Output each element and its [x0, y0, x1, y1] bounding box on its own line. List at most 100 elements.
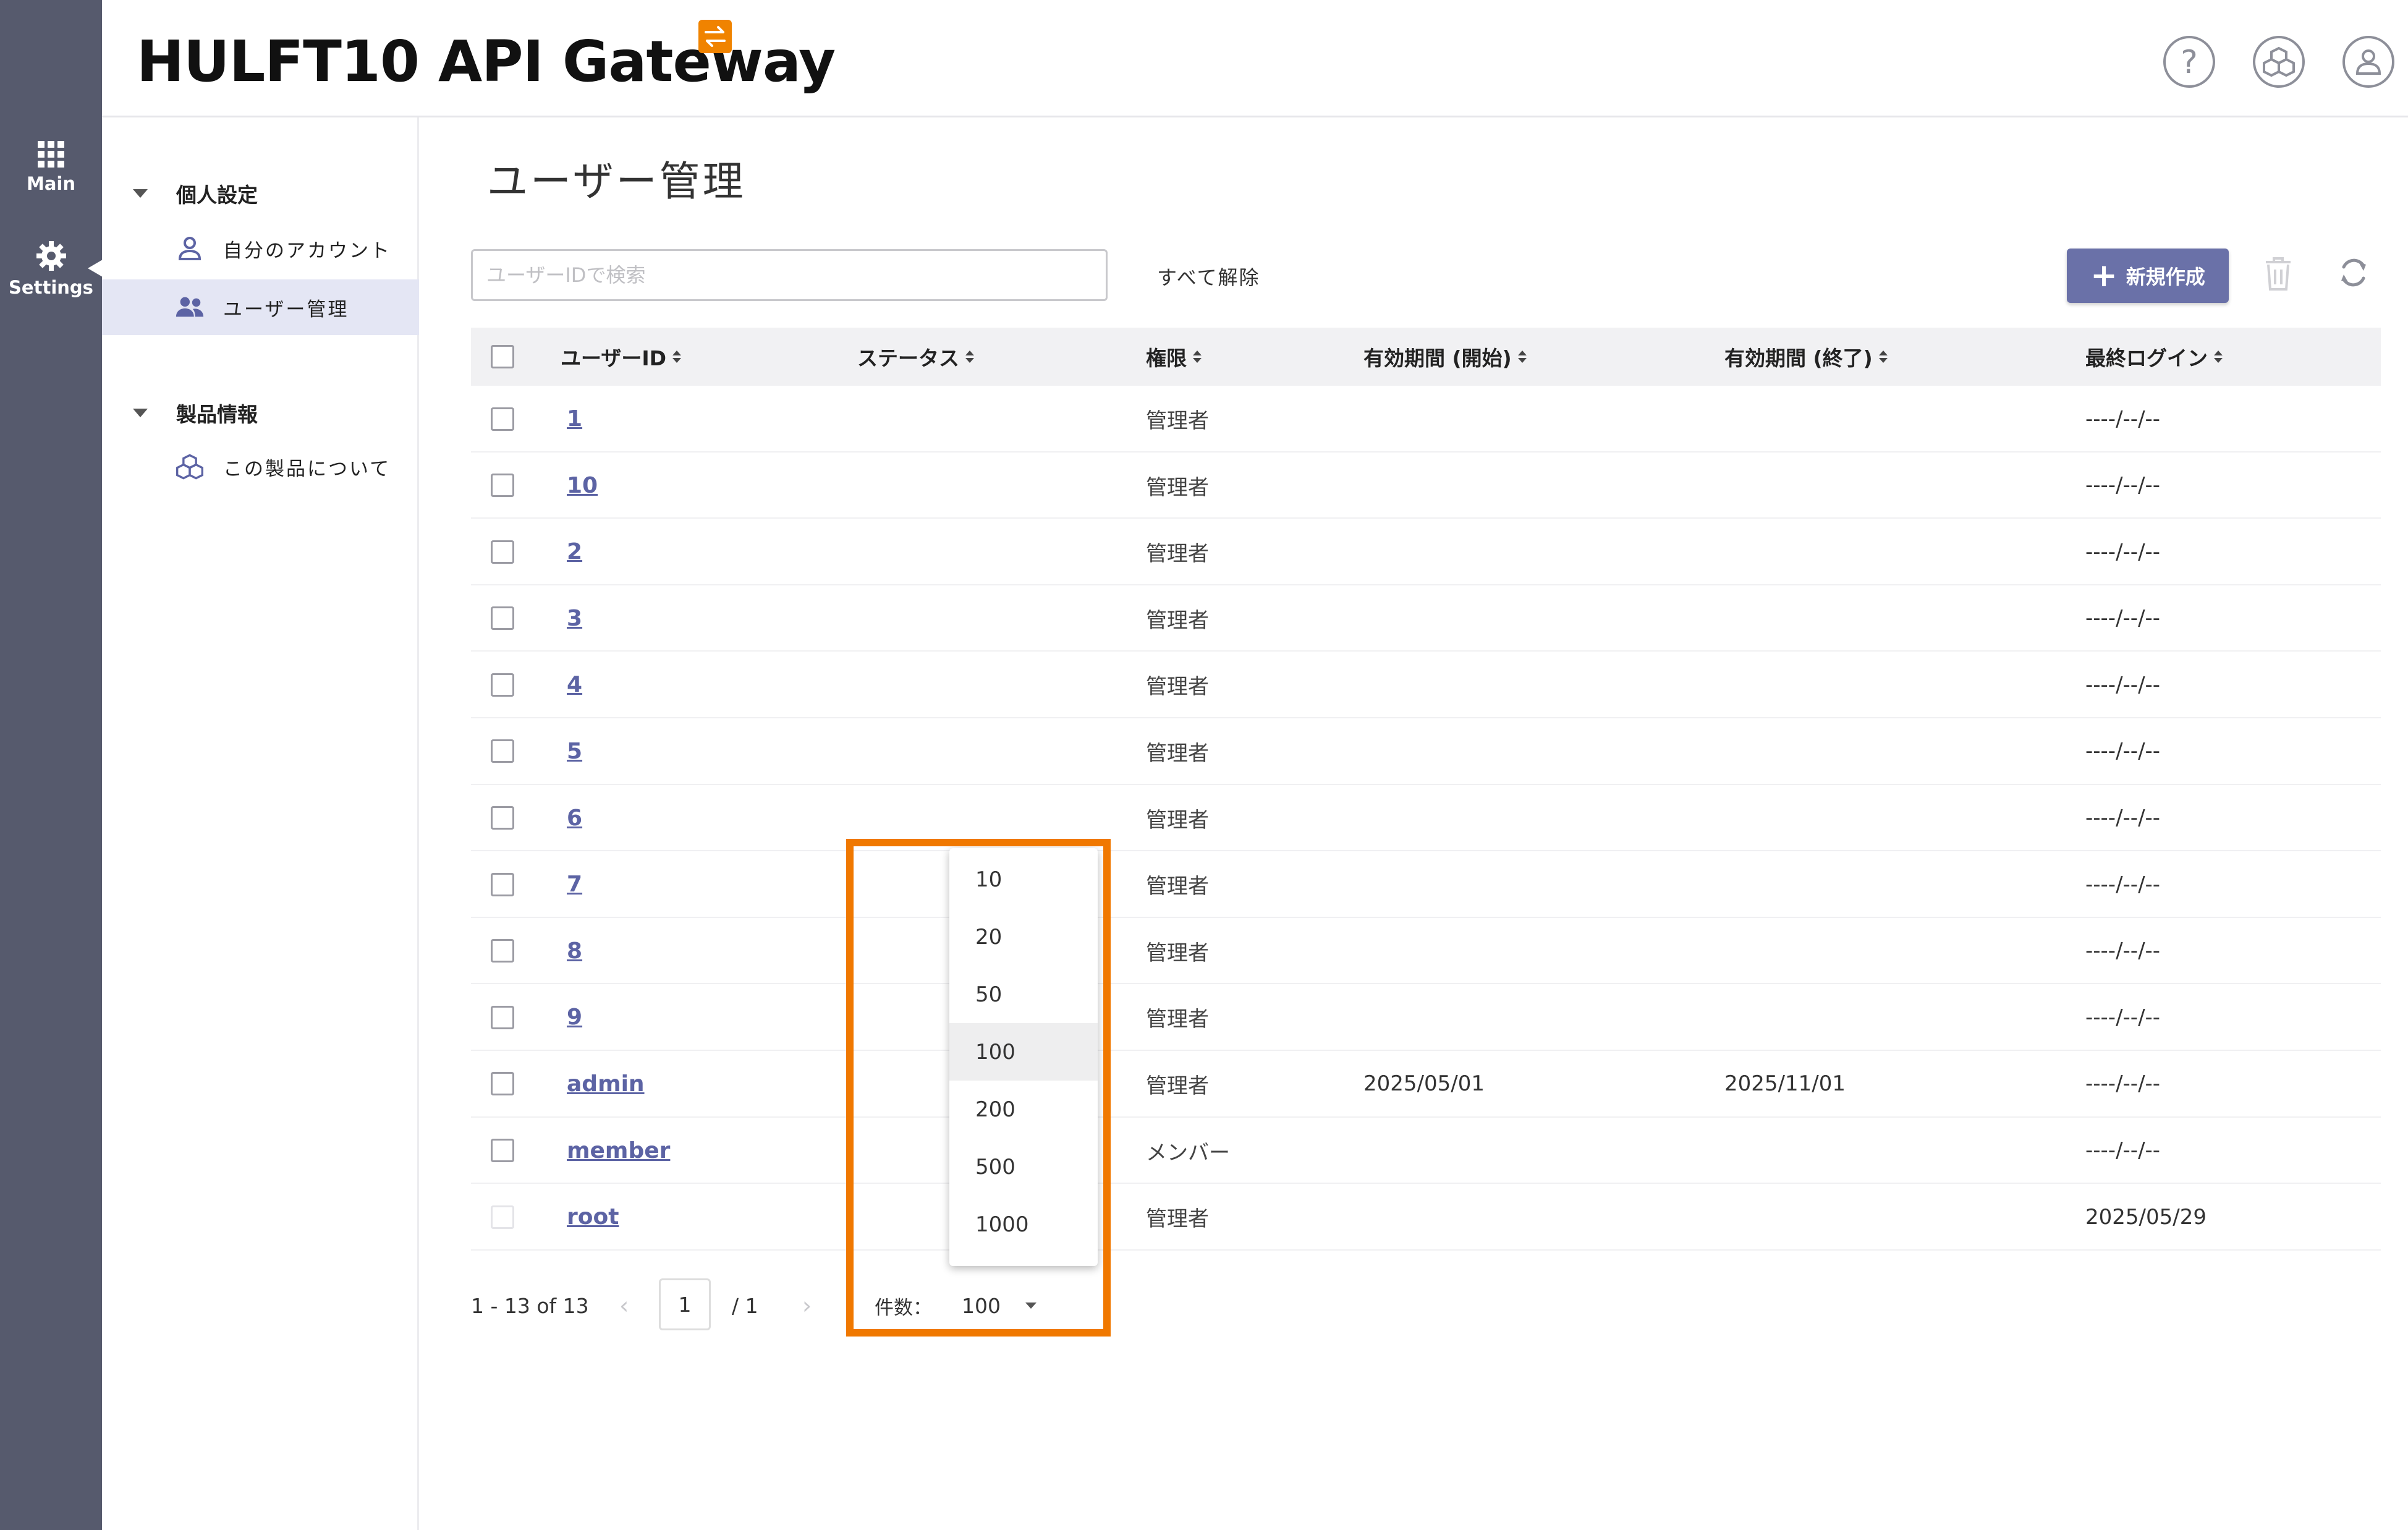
- sidebar-item-user-management[interactable]: ユーザー管理: [102, 279, 419, 335]
- sidebar-item-my-account[interactable]: 自分のアカウント: [102, 221, 419, 276]
- table-body: 1 管理者 ----/--/-- 10 管理者 ----/--/-- 2 管理者 ----/--…: [471, 386, 2381, 1251]
- table-row[interactable]: root 管理者 2025/05/29: [471, 1184, 2381, 1251]
- role-cell: 管理者: [1146, 741, 1209, 766]
- last-login-cell: ----/--/--: [2085, 805, 2161, 831]
- table-row[interactable]: 7 管理者 ----/--/--: [471, 851, 2381, 918]
- user-id-link[interactable]: 5: [567, 739, 582, 764]
- refresh-button[interactable]: [2336, 253, 2371, 294]
- help-button[interactable]: ?: [2163, 36, 2215, 88]
- account-button[interactable]: [2342, 36, 2394, 88]
- row-checkbox[interactable]: [491, 540, 514, 564]
- page-title: ユーザー管理: [487, 158, 746, 205]
- sidebar-item-about[interactable]: この製品について: [102, 439, 419, 495]
- table-row[interactable]: 3 管理者 ----/--/--: [471, 585, 2381, 652]
- row-checkbox[interactable]: [491, 474, 514, 498]
- row-checkbox[interactable]: [491, 1005, 514, 1029]
- column-header-user-id[interactable]: ユーザーID: [561, 328, 682, 386]
- user-id-link[interactable]: 10: [567, 473, 598, 498]
- row-checkbox[interactable]: [491, 872, 514, 896]
- user-id-link[interactable]: 1: [567, 406, 582, 431]
- next-page-button[interactable]: ›: [802, 1281, 812, 1330]
- nav-group-personal[interactable]: 個人設定: [102, 175, 419, 212]
- user-id-link[interactable]: 3: [567, 606, 582, 631]
- role-cell: 管理者: [1146, 542, 1209, 567]
- table-row[interactable]: 10 管理者 ----/--/--: [471, 453, 2381, 519]
- user-icon: [2355, 49, 2381, 75]
- column-header-last-login[interactable]: 最終ログイン: [2085, 328, 2223, 386]
- page-number-input[interactable]: 1: [659, 1278, 711, 1330]
- users-icon: [175, 292, 205, 322]
- role-cell: 管理者: [1146, 1207, 1209, 1232]
- sidebar-item-label: 自分のアカウント: [223, 239, 391, 262]
- table-row[interactable]: 6 管理者 ----/--/--: [471, 785, 2381, 852]
- table-row[interactable]: 9 管理者 ----/--/--: [471, 984, 2381, 1051]
- help-icon: ?: [2181, 45, 2198, 79]
- row-checkbox[interactable]: [491, 673, 514, 697]
- pagination-range: 1 - 13 of 13: [471, 1293, 589, 1318]
- new-user-button[interactable]: + 新規作成: [2067, 249, 2229, 303]
- new-user-label: 新規作成: [2126, 265, 2205, 289]
- settings-sidebar: 個人設定 自分のアカウント ユーザー管理 製品情報 この製品について: [102, 117, 419, 1530]
- rail-settings-button[interactable]: Settings: [0, 240, 102, 298]
- prev-page-button[interactable]: ‹: [619, 1281, 629, 1330]
- role-cell: 管理者: [1146, 409, 1209, 433]
- products-button[interactable]: [2253, 36, 2305, 88]
- sidebar-item-label: ユーザー管理: [223, 298, 349, 321]
- select-all-checkbox[interactable]: [491, 345, 514, 368]
- row-checkbox[interactable]: [491, 407, 514, 431]
- table-row[interactable]: 1 管理者 ----/--/--: [471, 386, 2381, 453]
- nav-group-product-info[interactable]: 製品情報: [102, 394, 419, 431]
- row-checkbox[interactable]: [491, 1205, 514, 1229]
- chevron-left-icon: ‹: [619, 1292, 629, 1319]
- sort-icon: [965, 351, 974, 363]
- table-row[interactable]: 2 管理者 ----/--/--: [471, 519, 2381, 585]
- last-login-cell: ----/--/--: [2085, 406, 2161, 431]
- nav-group-label: 個人設定: [176, 183, 258, 207]
- table-row[interactable]: 5 管理者 ----/--/--: [471, 718, 2381, 785]
- svg-text:?: ?: [2181, 45, 2198, 79]
- table-row[interactable]: admin 管理者 2025/05/01 2025/11/01 ----/--/--: [471, 1051, 2381, 1118]
- user-id-link[interactable]: 9: [567, 1005, 582, 1030]
- last-login-cell: ----/--/--: [2085, 938, 2161, 964]
- clear-all-button[interactable]: すべて解除: [1157, 262, 1260, 291]
- column-header-role[interactable]: 権限: [1146, 328, 1202, 386]
- chevron-right-icon: ›: [802, 1292, 812, 1319]
- last-login-cell: ----/--/--: [2085, 672, 2161, 697]
- user-id-link[interactable]: 2: [567, 539, 582, 564]
- table-row[interactable]: 4 管理者 ----/--/--: [471, 652, 2381, 718]
- role-cell: 管理者: [1146, 807, 1209, 833]
- column-header-start-date[interactable]: 有効期間 (開始): [1363, 328, 1527, 386]
- table-row[interactable]: member メンバー ----/--/--: [471, 1118, 2381, 1184]
- user-id-link[interactable]: 6: [567, 805, 582, 831]
- column-header-label: 有効期間 (開始): [1363, 346, 1512, 370]
- user-id-link[interactable]: 4: [567, 672, 582, 697]
- user-id-link[interactable]: root: [567, 1204, 619, 1230]
- sort-icon: [1193, 351, 1202, 363]
- sidebar-item-label: この製品について: [223, 457, 391, 480]
- users-table: ユーザーID ステータス 権限 有効期間 (開始) 有効期間 (終了) 最終ログ…: [471, 328, 2381, 1251]
- sort-icon: [1517, 351, 1527, 363]
- user-id-link[interactable]: member: [567, 1138, 670, 1163]
- user-id-link[interactable]: admin: [567, 1071, 645, 1097]
- last-login-cell: ----/--/--: [2085, 606, 2161, 631]
- rail-main-button[interactable]: Main: [0, 141, 102, 194]
- column-header-end-date[interactable]: 有効期間 (終了): [1724, 328, 1888, 386]
- total-pages: / 1: [732, 1293, 758, 1318]
- delete-button[interactable]: [2263, 256, 2293, 294]
- row-checkbox[interactable]: [491, 739, 514, 763]
- last-login-cell: 2025/05/29: [2085, 1204, 2207, 1230]
- column-header-status[interactable]: ステータス: [857, 328, 974, 386]
- chevron-down-icon: [133, 409, 148, 417]
- table-row[interactable]: 8 管理者 ----/--/--: [471, 918, 2381, 985]
- cubes-icon: [175, 452, 205, 482]
- role-cell: 管理者: [1146, 874, 1209, 899]
- row-checkbox[interactable]: [491, 806, 514, 830]
- user-id-link[interactable]: 7: [567, 872, 582, 897]
- row-checkbox[interactable]: [491, 1072, 514, 1096]
- row-checkbox[interactable]: [491, 606, 514, 631]
- user-id-link[interactable]: 8: [567, 938, 582, 964]
- row-checkbox[interactable]: [491, 1139, 514, 1163]
- plus-icon: +: [2090, 257, 2118, 294]
- row-checkbox[interactable]: [491, 939, 514, 963]
- search-input[interactable]: [471, 249, 1108, 301]
